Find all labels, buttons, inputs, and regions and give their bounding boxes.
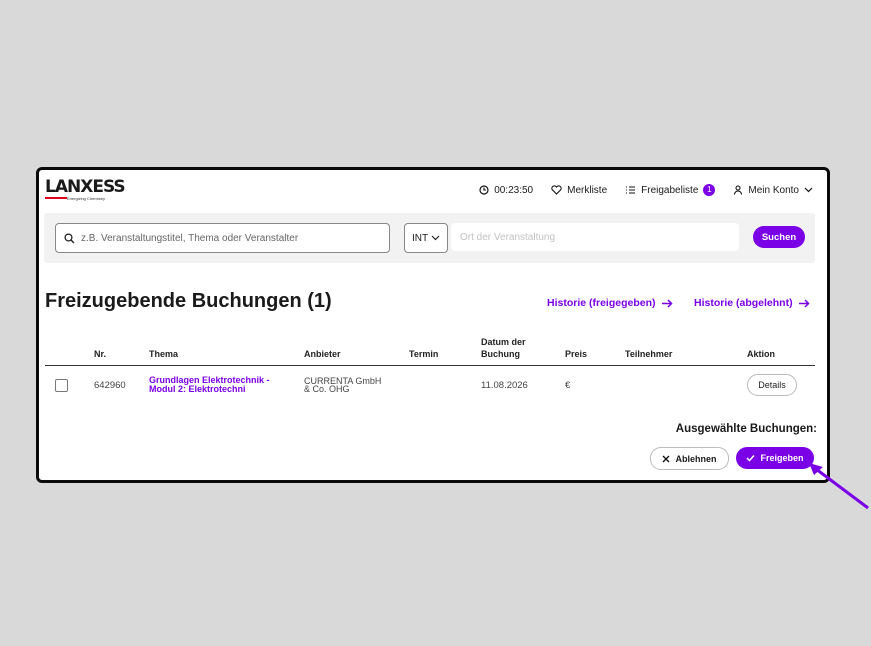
bookings-table: Nr. Thema Anbieter Termin Datum der Buchu…: [45, 334, 815, 404]
nav-mein-konto[interactable]: Mein Konto: [733, 185, 813, 196]
details-button[interactable]: Details: [747, 374, 797, 396]
location-field[interactable]: [451, 223, 739, 251]
logo-suffix: XESS: [80, 177, 125, 197]
row-thema-line2: Modul 2: Elektrotechni: [149, 384, 246, 394]
top-nav: 00:23:50 Merkliste Freigabeliste 1 Mein …: [479, 184, 813, 196]
table-row: 642960 Grundlagen Elektrotechnik - Modul …: [45, 366, 815, 405]
table-header-row: Nr. Thema Anbieter Termin Datum der Buchu…: [45, 334, 815, 366]
col-thema: Thema: [149, 334, 304, 366]
col-teilnehmer: Teilnehmer: [625, 334, 747, 366]
search-input[interactable]: [79, 231, 383, 245]
nav-freigabeliste[interactable]: Freigabeliste 1: [625, 184, 716, 196]
row-nr: 642960: [94, 379, 126, 391]
row-aktion-cell: Details: [747, 366, 815, 405]
header: LANXESS Energizing Chemistry 00:23:50 Me…: [39, 170, 827, 212]
timer-text: 00:23:50: [494, 184, 534, 196]
row-teilnehmer: [625, 366, 747, 405]
logo-tagline: Energizing Chemistry: [67, 196, 106, 201]
merkliste-label: Merkliste: [567, 184, 608, 196]
check-icon: [746, 454, 756, 462]
region-select[interactable]: INT: [404, 223, 448, 253]
search-bar: INT Suchen: [44, 213, 815, 263]
chevron-down-icon: [431, 235, 440, 241]
row-checkbox[interactable]: [55, 378, 68, 392]
row-thema-link[interactable]: Grundlagen Elektrotechnik - Modul 2: Elek…: [149, 366, 304, 405]
clock-icon: [479, 185, 489, 195]
pointer-arrow-icon: [809, 463, 869, 510]
nav-merkliste[interactable]: Merkliste: [551, 185, 607, 196]
close-icon: [662, 455, 670, 462]
approve-button[interactable]: Freigeben: [736, 447, 814, 469]
freigabe-count-badge: 1: [703, 184, 716, 196]
row-termin: [409, 366, 481, 405]
history-approved-label: Historie (freigegeben): [547, 297, 656, 309]
row-anbieter-line2: & Co. OHG: [304, 384, 350, 394]
search-icon: [64, 232, 75, 243]
checklist-icon: [626, 186, 636, 194]
col-select: [45, 334, 94, 366]
col-preis: Preis: [565, 334, 625, 366]
col-datum-line2: Buchung: [481, 349, 520, 359]
history-approved-link[interactable]: Historie (freigegeben): [547, 297, 673, 309]
search-button[interactable]: Suchen: [753, 226, 805, 248]
col-datum-line1: Datum der: [481, 337, 526, 347]
history-rejected-label: Historie (abgelehnt): [694, 297, 793, 309]
lanxess-logo[interactable]: LANXESS Energizing Chemistry: [45, 177, 126, 206]
row-preis: €: [565, 379, 571, 391]
location-input[interactable]: [458, 230, 732, 244]
session-timer: 00:23:50: [479, 185, 533, 196]
logo-prefix: LAN: [45, 177, 81, 197]
logo-red-bar: [45, 197, 67, 199]
logo-wordmark: LANXESS: [45, 177, 126, 197]
app-window: LANXESS Energizing Chemistry 00:23:50 Me…: [36, 167, 830, 483]
reject-button[interactable]: Ablehnen: [650, 447, 729, 470]
reject-label: Ablehnen: [675, 453, 717, 464]
row-select-cell: [45, 366, 94, 405]
col-datum: Datum der Buchung: [481, 334, 565, 366]
chevron-down-icon: [804, 187, 813, 193]
arrow-right-icon: [798, 298, 810, 308]
col-aktion: Aktion: [747, 334, 815, 366]
page-title: Freizugebende Buchungen (1): [45, 290, 332, 312]
arrow-right-icon: [661, 298, 673, 308]
konto-label: Mein Konto: [748, 184, 799, 196]
user-icon: [734, 185, 743, 195]
row-anbieter: CURRENTA GmbH & Co. OHG: [304, 366, 409, 405]
col-termin: Termin: [409, 334, 481, 366]
search-field[interactable]: [55, 223, 390, 253]
selected-bookings-label: Ausgewählte Buchungen:: [675, 423, 817, 435]
heart-icon: [551, 185, 562, 195]
row-datum: 11.08.2026: [481, 379, 528, 391]
approve-label: Freigeben: [760, 453, 804, 463]
col-nr: Nr.: [94, 334, 149, 366]
col-anbieter: Anbieter: [304, 334, 409, 366]
region-value: INT: [411, 232, 429, 244]
freigabeliste-label: Freigabeliste: [641, 184, 699, 196]
history-rejected-link[interactable]: Historie (abgelehnt): [694, 297, 810, 309]
